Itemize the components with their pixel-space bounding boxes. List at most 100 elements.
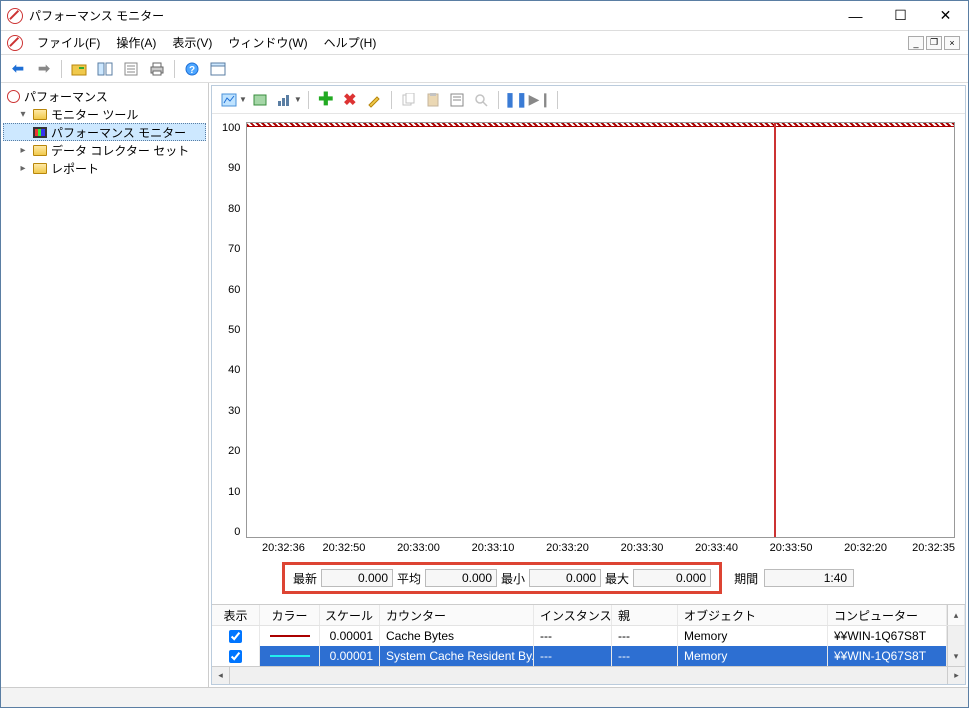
color-swatch [270, 635, 310, 637]
y-tick: 60 [228, 284, 240, 296]
cell-object: Memory [678, 626, 828, 646]
expand-icon[interactable]: ▸ [17, 145, 29, 156]
x-tick: 20:33:30 [605, 542, 680, 554]
header-show[interactable]: 表示 [212, 605, 260, 625]
view-button-1[interactable] [94, 58, 116, 80]
y-tick: 50 [228, 324, 240, 336]
horizontal-scrollbar[interactable]: ◂ ▸ [212, 666, 965, 684]
menu-file[interactable]: ファイル(F) [29, 31, 108, 54]
app-icon [7, 8, 23, 24]
cell-counter: Cache Bytes [380, 626, 534, 646]
back-button[interactable]: ⬅ [7, 58, 29, 80]
x-tick: 20:32:36 [262, 542, 307, 554]
titlebar: パフォーマンス モニター — ☐ ✕ [1, 1, 968, 31]
main-toolbar: ⬅ ➡ ? [1, 55, 968, 83]
show-checkbox[interactable] [229, 630, 242, 643]
cell-instance: --- [534, 646, 612, 666]
x-tick: 20:32:50 [307, 542, 382, 554]
scroll-right-button[interactable]: ▸ [947, 667, 965, 684]
menu-window[interactable]: ウィンドウ(W) [220, 31, 315, 54]
x-tick: 20:32:20 [828, 542, 903, 554]
y-tick: 90 [228, 162, 240, 174]
dropdown-icon[interactable]: ▼ [294, 95, 302, 104]
menu-help[interactable]: ヘルプ(H) [316, 31, 385, 54]
tree-node-reports[interactable]: ▸ レポート [3, 159, 206, 177]
expand-icon[interactable]: ▸ [17, 163, 29, 174]
y-tick: 20 [228, 445, 240, 457]
close-button[interactable]: ✕ [923, 1, 968, 30]
tree-node-perfmon[interactable]: パフォーマンス モニター [3, 123, 206, 141]
menu-action[interactable]: 操作(A) [108, 31, 164, 54]
delete-counter-button[interactable]: ✖ [339, 89, 361, 111]
add-counter-button[interactable]: ✚ [315, 89, 337, 111]
properties-button-2[interactable] [446, 89, 468, 111]
chart-container: 100 90 80 70 60 50 40 30 20 10 0 [212, 114, 965, 604]
forward-button[interactable]: ➡ [33, 58, 55, 80]
mdi-close-button[interactable]: × [944, 36, 960, 50]
view-log-button[interactable] [249, 89, 271, 111]
header-computer[interactable]: コンピューター [828, 605, 947, 625]
chart-plot[interactable] [246, 122, 955, 538]
header-color[interactable]: カラー [260, 605, 320, 625]
body: パフォーマンス ▾ モニター ツール パフォーマンス モニター ▸ データ コレ… [1, 83, 968, 687]
mdi-minimize-button[interactable]: _ [908, 36, 924, 50]
cell-instance: --- [534, 626, 612, 646]
highlight-button[interactable] [363, 89, 385, 111]
show-hide-tree-button[interactable] [68, 58, 90, 80]
x-tick: 20:33:50 [754, 542, 829, 554]
maximize-button[interactable]: ☐ [878, 1, 923, 30]
y-tick: 80 [228, 203, 240, 215]
view-button-2[interactable] [207, 58, 229, 80]
y-axis: 100 90 80 70 60 50 40 30 20 10 0 [222, 122, 246, 538]
freeze-button[interactable]: ❚❚ [505, 89, 527, 111]
label-min: 最小 [501, 570, 525, 587]
paste-button[interactable] [422, 89, 444, 111]
chart-type-button[interactable] [273, 89, 295, 111]
scroll-left-button[interactable]: ◂ [212, 667, 230, 684]
tree-node-data-collector-sets[interactable]: ▸ データ コレクター セット [3, 141, 206, 159]
window-title: パフォーマンス モニター [29, 7, 833, 24]
header-parent[interactable]: 親 [612, 605, 678, 625]
scroll-up-button[interactable]: ▴ [947, 605, 965, 625]
zoom-button[interactable] [470, 89, 492, 111]
series-line [247, 123, 954, 127]
tree-node-monitor-tools[interactable]: ▾ モニター ツール [3, 105, 206, 123]
collapse-icon[interactable]: ▾ [17, 109, 29, 120]
value-max: 0.000 [633, 569, 711, 587]
print-button[interactable] [146, 58, 168, 80]
svg-text:?: ? [189, 65, 195, 76]
color-swatch [270, 655, 310, 657]
show-checkbox[interactable] [229, 650, 242, 663]
update-button[interactable]: ▶❙ [529, 89, 551, 111]
y-tick: 30 [228, 405, 240, 417]
properties-button[interactable] [120, 58, 142, 80]
dropdown-icon[interactable]: ▼ [239, 95, 247, 104]
cell-scale: 0.00001 [320, 646, 380, 666]
counter-list: 表示 カラー スケール カウンター インスタンス 親 オブジェクト コンピュータ… [212, 604, 965, 684]
cell-computer: ¥¥WIN-1Q67S8T [828, 646, 947, 666]
app-window: パフォーマンス モニター — ☐ ✕ ファイル(F) 操作(A) 表示(V) ウ… [0, 0, 969, 708]
minimize-button[interactable]: — [833, 1, 878, 30]
menu-view[interactable]: 表示(V) [164, 31, 220, 54]
perfmon-icon [33, 127, 47, 138]
x-tick: 20:33:10 [456, 542, 531, 554]
cell-counter: System Cache Resident By... [380, 646, 534, 666]
cell-scale: 0.00001 [320, 626, 380, 646]
counter-list-header: 表示 カラー スケール カウンター インスタンス 親 オブジェクト コンピュータ… [212, 605, 965, 626]
help-button[interactable]: ? [181, 58, 203, 80]
mdi-app-icon [7, 35, 23, 51]
navigation-tree[interactable]: パフォーマンス ▾ モニター ツール パフォーマンス モニター ▸ データ コレ… [1, 83, 209, 687]
scroll-down-button[interactable]: ▾ [947, 646, 965, 666]
counter-row-selected[interactable]: 0.00001 System Cache Resident By... --- … [212, 646, 965, 666]
header-counter[interactable]: カウンター [380, 605, 534, 625]
copy-button[interactable] [398, 89, 420, 111]
view-current-button[interactable] [218, 89, 240, 111]
mdi-restore-button[interactable]: ❐ [926, 36, 942, 50]
counter-row[interactable]: 0.00001 Cache Bytes --- --- Memory ¥¥WIN… [212, 626, 965, 646]
header-object[interactable]: オブジェクト [678, 605, 828, 625]
y-tick: 40 [228, 364, 240, 376]
header-instance[interactable]: インスタンス [534, 605, 612, 625]
tree-node-performance[interactable]: パフォーマンス [3, 87, 206, 105]
header-scale[interactable]: スケール [320, 605, 380, 625]
time-cursor [774, 123, 776, 537]
